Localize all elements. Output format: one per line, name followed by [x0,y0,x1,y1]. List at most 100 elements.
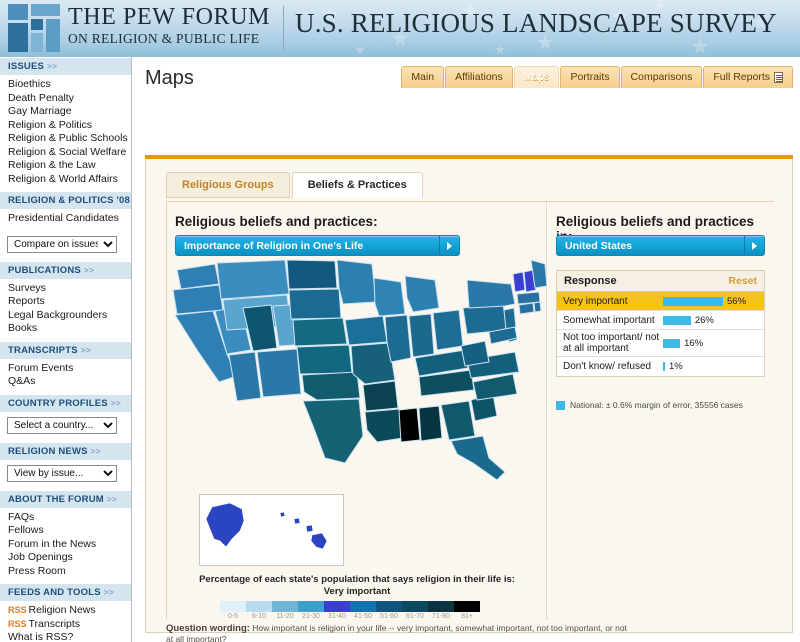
map-state-fl[interactable] [450,435,506,481]
pew-forum-logo[interactable] [8,4,60,52]
sidebar-item-gay-marriage[interactable]: Gay Marriage [8,105,131,119]
tab-maps[interactable]: Maps [513,66,560,88]
map-state-nd[interactable] [286,259,338,290]
topic-select[interactable]: Importance of Religion in One's Life [175,235,460,256]
reset-button[interactable]: Reset [728,275,757,287]
map-state-ms[interactable] [398,407,421,443]
map-state-hi[interactable] [310,532,328,550]
sidebar-item-religion-social-welfare[interactable]: Religion & Social Welfare [8,146,131,160]
map-state-or[interactable] [172,284,224,315]
sidebar-item-surveys[interactable]: Surveys [8,282,131,296]
map-state-la[interactable] [364,408,404,443]
response-label: Not too important/ not at all important [563,332,660,354]
legend-color-cell [324,601,350,612]
tab-main[interactable]: Main [401,66,445,88]
sidebar-select-religion-news[interactable]: View by issue... [7,464,117,482]
map-state-ks[interactable] [296,344,353,375]
main-content: Maps Main Affiliations Maps Portraits Compar… [133,57,800,642]
map-state-wv[interactable] [460,340,490,367]
map-state-vt[interactable] [512,271,526,293]
sidebar-item-legal-backgrounders[interactable]: Legal Backgrounders [8,309,131,323]
sidebar-item-press-room[interactable]: Press Room [8,565,131,579]
geography-select-label: United States [565,239,633,252]
map-state-mn[interactable] [336,259,377,305]
response-row[interactable]: Very important 56% [557,292,764,311]
national-margin-note: National: ± 0.6% margin of error, 35556 … [556,400,743,410]
topic-select-label: Importance of Religion in One's Life [184,239,364,252]
map-state-al[interactable] [418,405,443,442]
sidebar-item-reports[interactable]: Reports [8,295,131,309]
map-state-nc[interactable] [472,373,518,401]
sidebar-select-country-profiles[interactable]: Select a country... [7,416,117,434]
us-map-svg[interactable] [167,258,547,488]
map-state-ne[interactable] [292,317,348,347]
map-state-mi[interactable] [404,275,440,313]
national-color-swatch [556,401,565,410]
map-state-ga[interactable] [440,400,476,441]
inset-map-svg[interactable] [200,495,343,565]
sidebar-item-q-as[interactable]: Q&As [8,375,131,389]
map-state-ny[interactable] [466,279,516,309]
geography-select[interactable]: United States [556,235,765,256]
response-rows: Very important 56% Somewhat important 26% No… [557,292,764,376]
sidebar-item-presidential-candidates[interactable]: Presidential Candidates [8,212,131,226]
map-state-ct[interactable] [518,302,535,315]
map-state-ia[interactable] [344,315,388,346]
sidebar-item-fellows[interactable]: Fellows [8,524,131,538]
sidebar-item-job-openings[interactable]: Job Openings [8,551,131,565]
sidebar-section-heading-feeds-and-tools: FEEDS AND TOOLS >> [0,583,131,601]
sidebar-item-religion-news[interactable]: RSS Religion News [8,604,131,618]
response-row[interactable]: Not too important/ not at all important 1… [557,330,764,357]
sidebar-item-forum-events[interactable]: Forum Events [8,362,131,376]
map-state-wi[interactable] [373,277,406,317]
map-state-ok[interactable] [301,371,361,401]
map-state-hi[interactable] [279,511,286,518]
tab-affiliations[interactable]: Affiliations [445,66,513,88]
map-state-sd[interactable] [288,288,342,320]
map-state-ak[interactable] [205,502,245,548]
map-state-ri[interactable] [533,301,542,313]
sidebar-item-what-is-rss[interactable]: What is RSS? [8,631,131,642]
alaska-hawaii-inset[interactable] [199,494,344,566]
sidebar-item-bioethics[interactable]: Bioethics [8,78,131,92]
map-state-hi[interactable] [305,524,314,533]
sidebar-item-religion-public-schools[interactable]: Religion & Public Schools [8,132,131,146]
sidebar-item-death-penalty[interactable]: Death Penalty [8,92,131,106]
primary-tab-bar: Main Affiliations Maps Portraits Comparisons… [401,66,794,88]
sidebar-item-transcripts[interactable]: RSS Transcripts [8,618,131,632]
map-state-nm[interactable] [256,348,302,398]
subtab-beliefs-practices[interactable]: Beliefs & Practices [291,172,423,198]
us-choropleth-map[interactable] [167,258,547,488]
response-bar [663,338,681,348]
map-state-az[interactable] [228,351,262,402]
legend-color-cell [272,601,298,612]
map-state-tx[interactable] [302,398,364,464]
sidebar-item-faqs[interactable]: FAQs [8,511,131,525]
sidebar-item-forum-in-the-news[interactable]: Forum in the News [8,538,131,552]
sidebar-select-religion-politics-08[interactable]: Compare on issues... [7,235,117,253]
content-panel: Religious Groups Beliefs & Practices Reli… [145,159,793,642]
legend-color-cell [428,601,454,612]
chevron-right-icon [439,236,459,255]
response-row[interactable]: Somewhat important 26% [557,311,764,330]
subtab-religious-groups[interactable]: Religious Groups [166,172,290,198]
sidebar-item-religion-world-affairs[interactable]: Religion & World Affairs [8,173,131,187]
map-state-ar[interactable] [362,380,399,412]
map-state-oh[interactable] [432,309,464,351]
page-title: Maps [145,67,194,89]
sidebar-item-books[interactable]: Books [8,322,131,336]
sidebar-list-feeds-and-tools: RSS Religion News RSS Transcripts What is RS… [0,601,131,642]
response-value: 1% [669,361,683,372]
sidebar-item-religion-the-law[interactable]: Religion & the Law [8,159,131,173]
map-state-in[interactable] [408,313,435,358]
response-row[interactable]: Don't know/ refused 1% [557,357,764,376]
sidebar-section-heading-transcripts: TRANSCRIPTS >> [0,340,131,359]
tab-comparisons[interactable]: Comparisons [620,66,703,88]
response-bar-wrap: 1% [663,361,764,372]
legend-color-cell [220,601,246,612]
map-state-hi[interactable] [293,517,301,525]
map-state-mt[interactable] [216,259,290,300]
sidebar-item-religion-politics[interactable]: Religion & Politics [8,119,131,133]
tab-full-reports[interactable]: Full Reports [703,66,793,88]
tab-portraits[interactable]: Portraits [560,66,620,88]
